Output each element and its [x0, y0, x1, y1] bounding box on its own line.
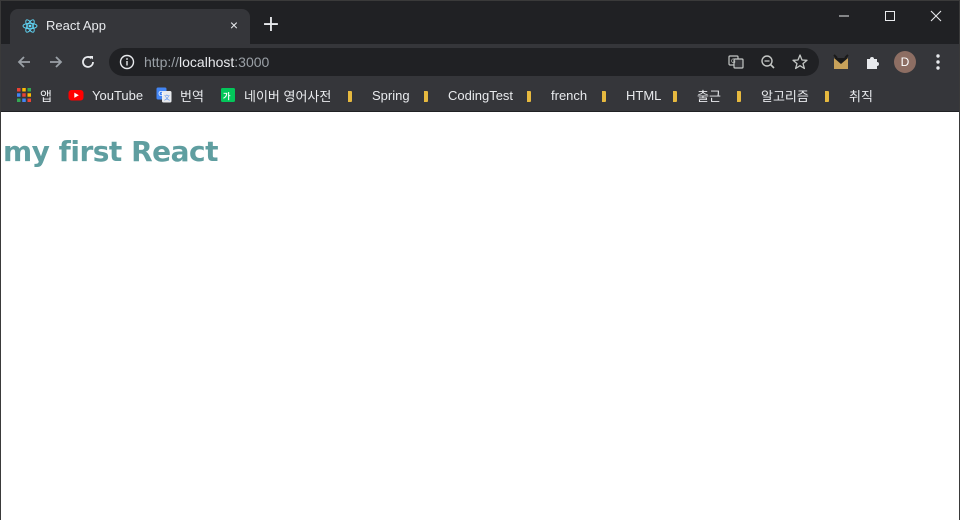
svg-text:G: G — [731, 58, 736, 65]
minimize-icon — [839, 15, 849, 17]
back-button[interactable] — [12, 50, 36, 74]
bookmark-translate[interactable]: G文 번역 — [156, 85, 204, 105]
bookmark-label: 앱 — [40, 88, 52, 104]
tab-strip: React App × + — [1, 1, 959, 44]
bookmark-naver-dictionary[interactable]: 가 네이버 영어사전 — [220, 85, 331, 105]
browser-toolbar: http://localhost:3000 G D — [1, 44, 959, 79]
bookmark-folder-algorithm[interactable]: 알고리즘 — [737, 85, 809, 105]
minimize-button[interactable] — [821, 1, 867, 31]
bookmark-label: 번역 — [180, 88, 204, 104]
arrow-left-icon — [17, 56, 30, 68]
maximize-icon — [885, 11, 895, 21]
browser-window: React App × + http://localhost:3000 G D … — [0, 0, 960, 520]
svg-text:가: 가 — [223, 91, 231, 101]
bookmark-folder-commute[interactable]: 출근 — [673, 85, 721, 105]
bookmark-folder-codingtest[interactable]: CodingTest — [424, 85, 513, 105]
folder-icon — [825, 87, 841, 103]
react-icon — [22, 18, 38, 34]
folder-icon — [424, 87, 440, 103]
bookmark-folder-french[interactable]: french — [527, 85, 587, 105]
bookmark-label: french — [551, 87, 588, 103]
bookmarks-bar: 앱 YouTube G文 번역 가 네이버 영어사전 Spring Coding… — [1, 79, 959, 112]
bookmark-youtube[interactable]: YouTube — [68, 85, 143, 105]
bookmark-folder-job[interactable]: 취직 — [825, 85, 873, 105]
zoom-out-icon[interactable] — [759, 53, 777, 71]
close-window-button[interactable] — [913, 1, 959, 31]
more-menu-icon[interactable] — [929, 52, 947, 72]
bookmark-star-icon[interactable] — [791, 53, 809, 71]
tab-title: React App — [46, 18, 106, 33]
arrow-right-icon — [50, 56, 63, 68]
apps-grid-icon — [16, 87, 32, 103]
address-bar[interactable]: http://localhost:3000 G — [109, 48, 819, 76]
extensions-puzzle-icon[interactable] — [863, 52, 883, 72]
url-host: localhost — [179, 54, 235, 70]
bookmark-label: Spring — [372, 87, 410, 103]
svg-text:G: G — [158, 90, 163, 98]
forward-button[interactable] — [44, 50, 68, 74]
url-scheme: http:// — [144, 54, 180, 70]
bookmark-label: 알고리즘 — [761, 88, 809, 104]
bookmark-apps[interactable]: 앱 — [16, 85, 52, 105]
extension-icon[interactable] — [831, 52, 851, 72]
new-tab-button[interactable]: + — [261, 14, 281, 36]
bookmark-folder-spring[interactable]: Spring — [348, 85, 410, 105]
bookmark-label: 취직 — [849, 88, 873, 104]
folder-icon — [348, 87, 364, 103]
info-icon[interactable] — [119, 54, 135, 70]
page-content: my first React — [1, 113, 959, 520]
translate-page-icon[interactable]: G — [727, 53, 745, 71]
youtube-icon — [68, 87, 84, 103]
profile-avatar[interactable]: D — [894, 51, 916, 73]
folder-icon — [602, 87, 618, 103]
bookmark-label: CodingTest — [448, 87, 514, 103]
folder-icon — [737, 87, 753, 103]
folder-icon — [673, 87, 689, 103]
url-port: :3000 — [234, 54, 270, 70]
naver-dictionary-icon: 가 — [220, 87, 236, 103]
bookmark-label: 출근 — [697, 88, 721, 104]
tab-react-app[interactable]: React App × — [10, 9, 250, 44]
close-icon — [930, 10, 942, 22]
bookmark-label: YouTube — [92, 87, 144, 103]
reload-button[interactable] — [76, 50, 100, 74]
maximize-button[interactable] — [867, 1, 913, 31]
svg-text:文: 文 — [164, 94, 170, 102]
reload-icon — [82, 56, 94, 68]
tab-close-icon[interactable]: × — [226, 17, 242, 33]
translate-icon: G文 — [156, 87, 172, 103]
bookmark-label: 네이버 영어사전 — [244, 88, 332, 104]
bookmark-label: HTML — [626, 87, 662, 103]
bookmark-folder-html[interactable]: HTML — [602, 85, 661, 105]
url-text: http://localhost:3000 — [144, 54, 269, 70]
folder-icon — [527, 87, 543, 103]
page-heading: my first React — [3, 135, 219, 168]
